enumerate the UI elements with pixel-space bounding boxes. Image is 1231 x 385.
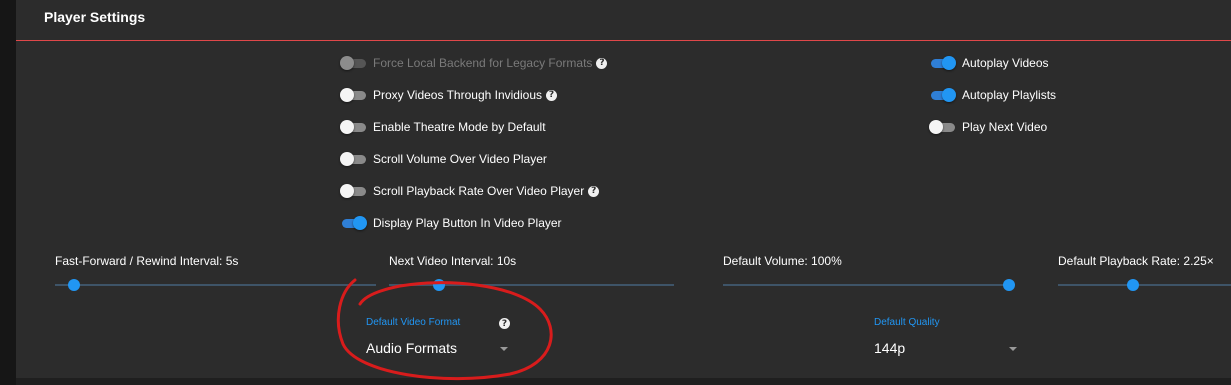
toggle-proxy-videos[interactable]: Proxy Videos Through Invidious ? bbox=[340, 85, 557, 105]
toggle-label: Scroll Playback Rate Over Video Player bbox=[373, 184, 585, 198]
question-circle-icon[interactable]: ? bbox=[596, 57, 608, 69]
toggle-switch[interactable] bbox=[340, 152, 368, 166]
toggle-label: Force Local Backend for Legacy Formats bbox=[373, 56, 593, 70]
toggle-label: Scroll Volume Over Video Player bbox=[373, 152, 547, 166]
toggle-switch[interactable] bbox=[340, 120, 368, 134]
toggle-play-next-video[interactable]: Play Next Video bbox=[929, 117, 1047, 137]
toggle-switch[interactable] bbox=[929, 88, 957, 102]
slider-thumb-seek-interval[interactable] bbox=[68, 279, 80, 291]
toggle-label: Play Next Video bbox=[962, 120, 1048, 134]
slider-thumb-volume[interactable] bbox=[1003, 279, 1015, 291]
slider-volume[interactable] bbox=[723, 284, 1014, 286]
toggle-label: Proxy Videos Through Invidious bbox=[373, 88, 542, 102]
question-circle-icon[interactable]: ? bbox=[546, 89, 557, 101]
toggle-display-play-button[interactable]: Display Play Button In Video Player bbox=[340, 213, 562, 233]
slider-label-playback-rate: Default Playback Rate: 2.25× bbox=[1058, 254, 1214, 268]
slider-playback-rate[interactable] bbox=[1058, 284, 1231, 286]
slider-seek-interval[interactable] bbox=[55, 284, 376, 286]
toggle-theatre-mode[interactable]: Enable Theatre Mode by Default bbox=[340, 117, 546, 137]
panel-header[interactable]: Player Settings bbox=[16, 0, 1231, 41]
slider-thumb-playback-rate[interactable] bbox=[1127, 279, 1139, 291]
toggle-label: Autoplay Playlists bbox=[962, 88, 1057, 102]
toggle-switch[interactable] bbox=[929, 120, 957, 134]
slider-label-volume: Default Volume: 100% bbox=[723, 254, 842, 268]
toggle-force-local-backend: Force Local Backend for Legacy Formats ? bbox=[340, 53, 608, 73]
toggle-scroll-volume[interactable]: Scroll Volume Over Video Player bbox=[340, 149, 547, 169]
toggle-scroll-playback-rate[interactable]: Scroll Playback Rate Over Video Player ? bbox=[340, 181, 600, 201]
toggle-autoplay-playlists[interactable]: Autoplay Playlists bbox=[929, 85, 1056, 105]
toggle-switch[interactable] bbox=[340, 216, 368, 230]
toggle-switch[interactable] bbox=[340, 88, 368, 102]
left-strip bbox=[0, 0, 16, 385]
player-settings-panel: Player Settings Force Local Backend for … bbox=[16, 0, 1231, 378]
caret-down-icon[interactable] bbox=[1009, 347, 1017, 351]
question-circle-icon[interactable]: ? bbox=[588, 185, 600, 197]
toggle-label: Enable Theatre Mode by Default bbox=[373, 120, 546, 134]
toggle-switch bbox=[340, 56, 368, 70]
annotation-circle bbox=[336, 278, 553, 381]
toggle-autoplay-videos[interactable]: Autoplay Videos bbox=[929, 53, 1049, 73]
toggle-label: Autoplay Videos bbox=[962, 56, 1049, 70]
slider-label-seek-interval: Fast-Forward / Rewind Interval: 5s bbox=[55, 254, 239, 268]
slider-label-next-video-interval: Next Video Interval: 10s bbox=[389, 254, 517, 268]
select-value-quality[interactable]: 144p bbox=[874, 340, 905, 356]
select-label-quality: Default Quality bbox=[874, 317, 940, 328]
panel-title: Player Settings bbox=[44, 9, 146, 25]
toggle-switch[interactable] bbox=[340, 184, 368, 198]
toggle-switch[interactable] bbox=[929, 56, 957, 70]
toggle-label: Display Play Button In Video Player bbox=[373, 216, 562, 230]
